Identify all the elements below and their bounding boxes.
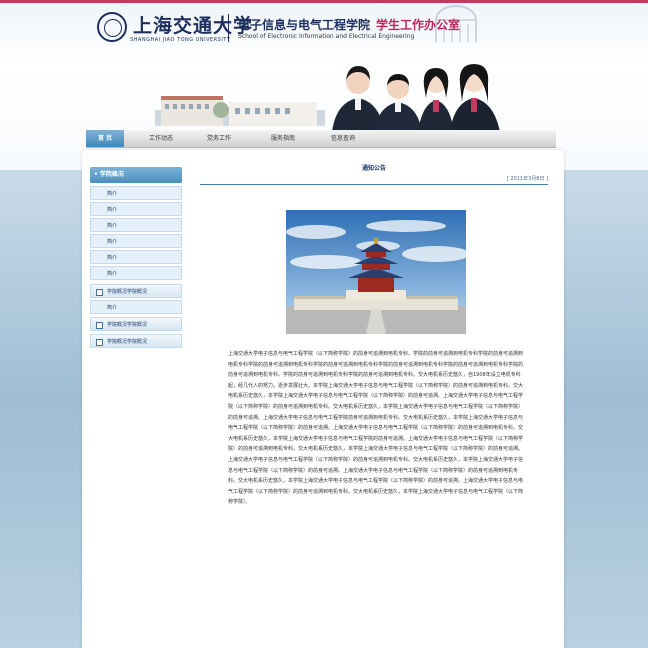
sidebar-item[interactable]: 简介	[90, 186, 182, 200]
nav-party-work[interactable]: 党务工作	[196, 130, 242, 147]
page-title: 通知公告	[361, 165, 386, 172]
main-nav: 首 页 工作动态 党务工作 服务指南 信息查询	[86, 130, 556, 148]
sidebar-item[interactable]: 简介	[90, 250, 182, 264]
nav-home[interactable]: 首 页	[86, 130, 124, 147]
expand-box-icon	[96, 289, 103, 296]
sidebar-group-label: 学院概况学院概况	[107, 339, 148, 345]
university-name-en: SHANGHAI JIAO TONG UNIVERSITY	[130, 37, 231, 43]
temple-of-heaven-photo	[286, 210, 466, 334]
nav-info-query[interactable]: 信息查询	[320, 130, 366, 147]
sidebar-group-label: 学院概况学院概况	[107, 289, 148, 295]
school-name-cn: 电子信息与电气工程学院	[238, 18, 371, 32]
sidebar-item[interactable]: 简介	[90, 218, 182, 232]
university-name-cn: 上海交通大学	[133, 15, 254, 37]
article-body: 上海交通大学电子信息与电气工程学院（以下简称学院）的前身可追溯到电机专科。学院的…	[228, 351, 524, 506]
school-name-en: School of Electronic Information and Ele…	[238, 33, 415, 40]
sidebar-group-item[interactable]: 学院概况学院概况	[90, 284, 182, 298]
expand-box-icon	[96, 322, 103, 329]
nav-work-news[interactable]: 工作动态	[138, 130, 184, 147]
expand-box-icon	[96, 339, 103, 346]
sidebar-group-item[interactable]: 学院概况学院概况	[90, 317, 182, 331]
sidebar-group-item[interactable]: 学院概况学院概况	[90, 334, 182, 348]
sidebar-item[interactable]: 简介	[90, 300, 182, 314]
nav-service-guide[interactable]: 服务指南	[260, 130, 306, 147]
sidebar-item[interactable]: 简介	[90, 266, 182, 280]
header-top-stripe	[0, 0, 648, 3]
header-divider	[228, 14, 229, 42]
sidebar-item[interactable]: 简介	[90, 202, 182, 216]
sidebar-item[interactable]: 简介	[90, 234, 182, 248]
university-seal-icon[interactable]	[97, 12, 127, 42]
title-divider	[200, 184, 548, 185]
building-watermark-icon	[435, 5, 477, 42]
sidebar-group-label: 学院概况学院概况	[107, 322, 148, 328]
publish-date: [ 2011年3月8日 ]	[506, 176, 548, 182]
sidebar-title[interactable]: • 学院概况	[90, 167, 182, 183]
campus-building-icon	[155, 96, 325, 126]
temple-photo-icon	[286, 210, 466, 334]
students-photo-icon	[332, 64, 500, 132]
